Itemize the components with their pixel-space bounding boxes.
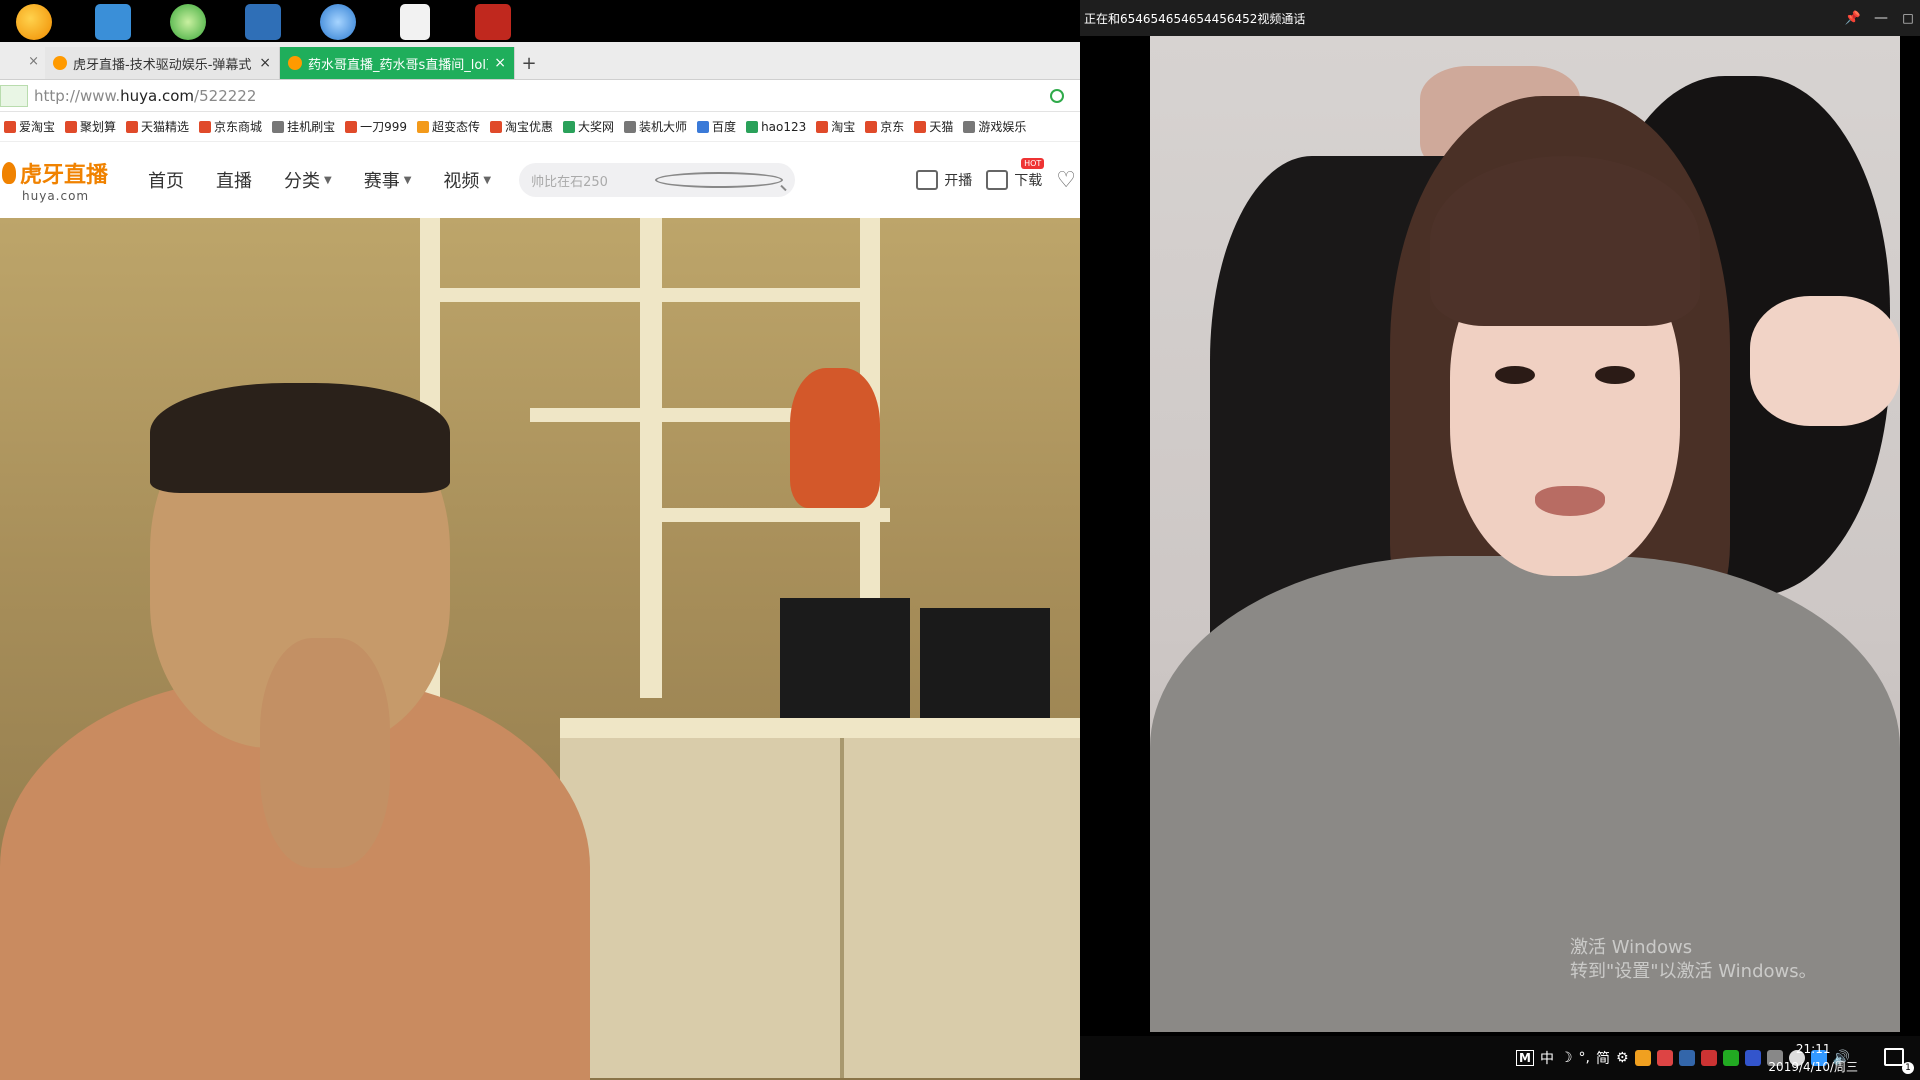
sogou-icon[interactable] [245, 4, 281, 40]
screen: × 虎牙直播-技术驱动娱乐-弹幕式 × 药水哥直播_药水哥s直播间_lol直 ×… [0, 0, 1920, 1080]
ime-simplified[interactable]: 简 [1596, 1048, 1610, 1068]
video-call-window: 正在和654654654654456452视频通话 📌 — □ 激活 Windo… [1080, 0, 1920, 1036]
document-icon[interactable] [400, 4, 430, 40]
ime-mode-icon[interactable]: M [1516, 1050, 1534, 1066]
app-tray-icon[interactable] [1744, 1050, 1761, 1066]
search-icon[interactable] [655, 172, 784, 188]
tab-title: 虎牙直播-技术驱动娱乐-弹幕式 [73, 57, 252, 73]
bookmark-item[interactable]: 爱淘宝 [4, 118, 55, 135]
bookmarks-bar: 爱淘宝 聚划算 天猫精选 京东商城 挂机刷宝 一刀999 超变态传 淘宝优惠 大… [0, 112, 1080, 142]
bookmark-item[interactable]: 京东 [865, 118, 904, 135]
ime-moon-icon[interactable]: ☽ [1560, 1050, 1573, 1066]
minimize-icon[interactable]: — [1866, 10, 1896, 26]
new-tab-button[interactable]: + [515, 47, 543, 79]
bookmark-item[interactable]: hao123 [746, 120, 806, 134]
streamer-hand [260, 638, 390, 868]
app-tray-icon[interactable] [1678, 1050, 1695, 1066]
app-tray-icon[interactable] [1700, 1050, 1717, 1066]
browser-window: × 虎牙直播-技术驱动娱乐-弹幕式 × 药水哥直播_药水哥s直播间_lol直 ×… [0, 42, 1080, 218]
download-button[interactable]: 下载 HOT [986, 158, 1045, 190]
search-input[interactable]: 帅比在石250 [519, 163, 796, 197]
taskbar: M 中 ☽ °, 简 ⚙ 🔊 21:11 2019/4/10/周三 1 [1080, 1036, 1920, 1080]
bookmark-item[interactable]: 装机大师 [624, 118, 687, 135]
hot-badge: HOT [1021, 158, 1045, 169]
security-tray-icon[interactable] [1656, 1050, 1673, 1066]
huya-favicon [288, 56, 302, 70]
ime-punct-icon[interactable]: °, [1579, 1050, 1590, 1066]
ime-language[interactable]: 中 [1540, 1048, 1554, 1068]
huya-logo-icon [2, 162, 16, 184]
heart-icon[interactable]: ♡ [1056, 168, 1076, 193]
tab-close-partial[interactable]: × [0, 43, 45, 79]
header-actions: 开播 下载 HOT ♡ [916, 142, 1080, 218]
bookmark-item[interactable]: 百度 [697, 118, 736, 135]
maximize-icon[interactable]: □ [1896, 11, 1920, 25]
security-badge-icon[interactable] [0, 84, 28, 107]
bookmark-item[interactable]: 挂机刷宝 [272, 118, 335, 135]
network-icon[interactable] [320, 4, 356, 40]
bookmark-item[interactable]: 大奖网 [563, 118, 614, 135]
start-broadcast-button[interactable]: 开播 [916, 170, 972, 190]
download-icon [986, 170, 1009, 190]
bookmark-item[interactable]: 淘宝优惠 [490, 118, 553, 135]
game-app-icon[interactable] [475, 4, 511, 40]
notification-icon[interactable] [1884, 1048, 1904, 1066]
figurine [790, 368, 880, 508]
bookmark-item[interactable]: 天猫 [914, 118, 953, 135]
site-header: 虎牙直播 huya.com 首页 直播 分类 ▼ 赛事 ▼ 视频 ▼ 帅比在石250 … [0, 142, 1080, 218]
chevron-down-icon: ▼ [483, 174, 492, 186]
close-icon[interactable]: × [259, 55, 271, 71]
activation-watermark: 激活 Windows 转到"设置"以激活 Windows。 [1570, 937, 1817, 982]
qq-app-icon[interactable] [16, 4, 52, 40]
call-title: 正在和654654654654456452视频通话 [1084, 11, 1306, 26]
ie-browser-icon[interactable] [170, 4, 206, 40]
tab-title: 药水哥直播_药水哥s直播间_lol直 [308, 57, 489, 73]
refresh-icon[interactable] [1050, 88, 1064, 103]
tab-huya-home[interactable]: 虎牙直播-技术驱动娱乐-弹幕式 × [45, 47, 280, 79]
nav-live[interactable]: 直播 [216, 167, 252, 193]
bookmark-item[interactable]: 淘宝 [816, 118, 855, 135]
ime-settings-icon[interactable]: ⚙ [1616, 1050, 1629, 1066]
bookmark-item[interactable]: 京东商城 [199, 118, 262, 135]
url-text[interactable]: http://www.huya.com/522222 [34, 87, 1050, 105]
bookmark-item[interactable]: 天猫精选 [126, 118, 189, 135]
speaker [780, 598, 910, 718]
tab-bar: × 虎牙直播-技术驱动娱乐-弹幕式 × 药水哥直播_药水哥s直播间_lol直 ×… [0, 42, 1080, 80]
remote-video: 激活 Windows 转到"设置"以激活 Windows。 [1150, 36, 1900, 1032]
bookmark-item[interactable]: 一刀999 [345, 118, 407, 135]
caller-hand [1750, 296, 1900, 426]
bookmark-item[interactable]: 游戏娱乐 [963, 118, 1026, 135]
app-tray-icon[interactable] [1722, 1050, 1739, 1066]
address-bar[interactable]: http://www.huya.com/522222 [0, 80, 1080, 112]
huya-favicon [53, 56, 67, 70]
nav-video[interactable]: 视频 ▼ [443, 167, 491, 193]
clock[interactable]: 21:11 2019/4/10/周三 [1768, 1040, 1858, 1076]
pin-icon[interactable]: 📌 [1840, 11, 1866, 26]
huya-logo[interactable]: 虎牙直播 huya.com [0, 157, 130, 203]
nav-home[interactable]: 首页 [148, 167, 184, 193]
bookmark-item[interactable]: 聚划算 [65, 118, 116, 135]
close-icon[interactable]: × [494, 55, 506, 71]
speaker [920, 608, 1050, 728]
qq-browser-icon[interactable] [95, 4, 131, 40]
streamer-webcam-video [0, 218, 1150, 1080]
camera-icon [916, 170, 939, 190]
nav-events[interactable]: 赛事 ▼ [364, 167, 412, 193]
call-title-bar[interactable]: 正在和654654654654456452视频通话 📌 — □ [1080, 0, 1920, 36]
desktop-icon-strip [0, 0, 1080, 42]
bookmark-item[interactable]: 超变态传 [416, 118, 480, 135]
tab-yaoshuige-room[interactable]: 药水哥直播_药水哥s直播间_lol直 × [280, 47, 515, 79]
nav-category[interactable]: 分类 ▼ [284, 167, 332, 193]
chevron-down-icon: ▼ [403, 174, 412, 186]
qq-tray-icon[interactable] [1634, 1050, 1651, 1066]
chevron-down-icon: ▼ [324, 174, 332, 186]
notification-count: 1 [1902, 1062, 1914, 1074]
